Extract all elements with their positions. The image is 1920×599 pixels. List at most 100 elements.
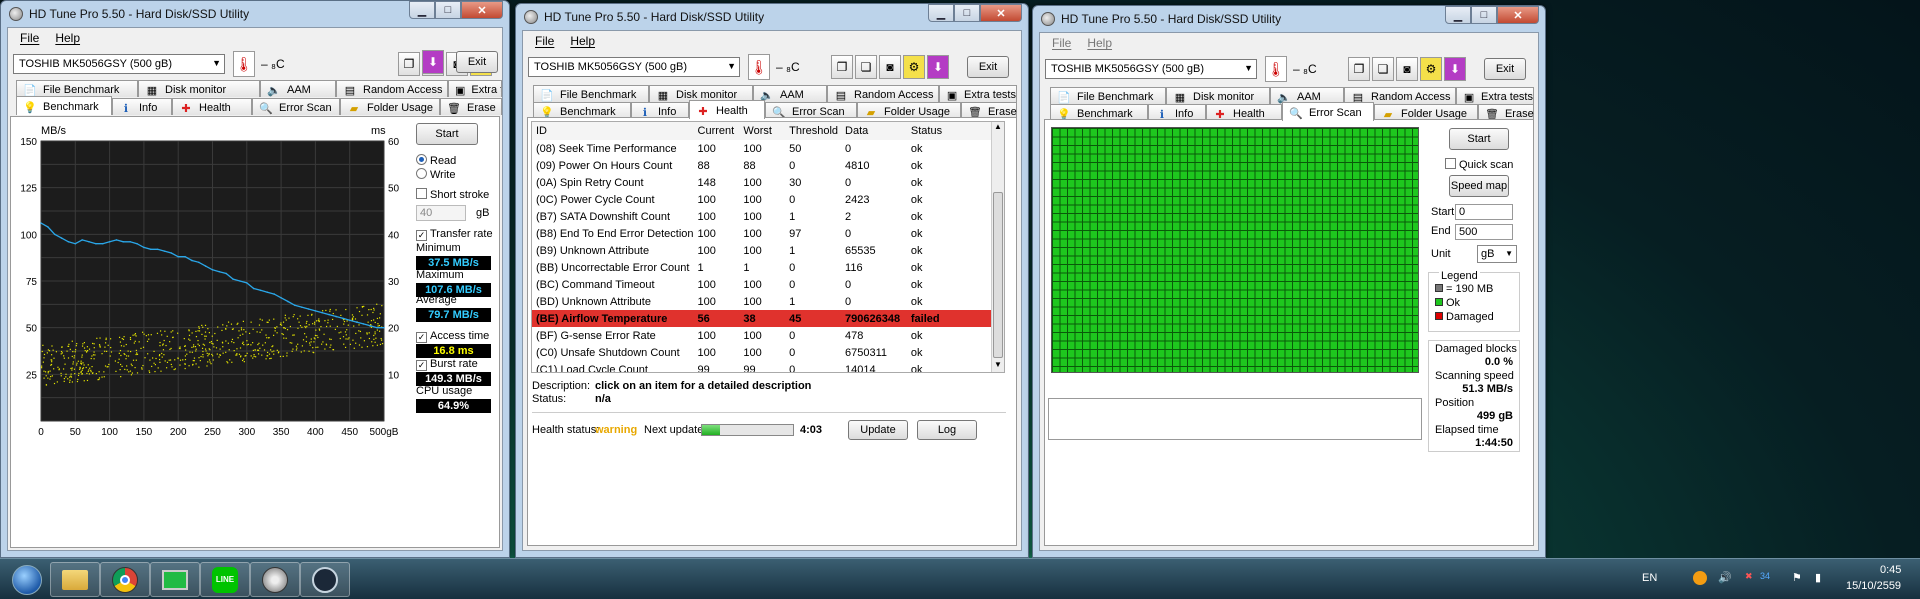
table-row[interactable]: (B9) Unknown Attribute 100 100 1 65535 ok <box>532 242 992 259</box>
camera-icon[interactable]: ◙ <box>1396 57 1418 81</box>
col-header-id[interactable]: ID <box>532 122 694 140</box>
taskbar-line[interactable]: LINE <box>200 562 250 597</box>
tray-app-icon[interactable] <box>1693 571 1707 585</box>
tab-info[interactable]: ℹ Info <box>112 98 172 115</box>
taskbar-chrome[interactable] <box>100 562 150 597</box>
unit-select[interactable]: gB ▼ <box>1477 245 1517 263</box>
tab-disk-monitor[interactable]: ▦ Disk monitor <box>1166 87 1270 104</box>
taskbar-task-manager[interactable] <box>150 562 200 597</box>
copy-all-icon[interactable]: ❏ <box>855 55 877 79</box>
tab-file-benchmark[interactable]: 📄 File Benchmark <box>16 80 138 97</box>
tab-file-benchmark[interactable]: 📄 File Benchmark <box>1050 87 1166 104</box>
table-row[interactable]: (BF) G-sense Error Rate 100 100 0 478 ok <box>532 327 992 344</box>
save-icon[interactable]: ⬇ <box>927 55 949 79</box>
title-bar[interactable]: HD Tune Pro 5.50 - Hard Disk/SSD Utility… <box>516 4 1028 30</box>
start-input[interactable]: 0 <box>1455 204 1513 220</box>
tab-random-access[interactable]: ▤ Random Access <box>336 80 448 97</box>
maximize-button[interactable]: □ <box>1471 6 1497 24</box>
burst-rate-checkbox[interactable]: ✓ Burst rate <box>416 358 478 371</box>
copy-icon[interactable]: ❐ <box>831 55 853 79</box>
minimize-button[interactable]: ▁ <box>1445 6 1471 24</box>
quick-scan-checkbox[interactable]: Quick scan <box>1445 158 1513 171</box>
close-button[interactable]: ✕ <box>1497 6 1539 24</box>
exit-button[interactable]: Exit <box>456 51 498 73</box>
options-icon[interactable]: ⚙ <box>1420 57 1442 81</box>
taskbar-explorer[interactable] <box>50 562 100 597</box>
copy-all-icon[interactable]: ❏ <box>1372 57 1394 81</box>
table-row[interactable]: (B8) End To End Error Detection 100 100 97 0… <box>532 225 992 242</box>
scroll-thumb[interactable] <box>993 192 1003 358</box>
scroll-up-icon[interactable]: ▲ <box>992 122 1004 134</box>
exit-button[interactable]: Exit <box>967 56 1009 78</box>
table-row[interactable]: (0C) Power Cycle Count 100 100 0 2423 ok <box>532 191 992 208</box>
menu-help[interactable]: Help <box>564 34 601 48</box>
tab-health[interactable]: ✚ Health <box>689 100 765 119</box>
end-input[interactable]: 500 <box>1455 224 1513 240</box>
taskbar-hdtune[interactable] <box>250 562 300 597</box>
stroke-input[interactable]: 40 <box>416 205 466 221</box>
tab-file-benchmark[interactable]: 📄 File Benchmark <box>533 85 649 102</box>
read-radio[interactable]: Read <box>416 154 456 167</box>
table-row[interactable]: (BE) Airflow Temperature 56 38 45 790626348 f… <box>532 310 992 327</box>
tab-health[interactable]: ✚ Health <box>172 98 252 115</box>
tab-aam[interactable]: 🔈 AAM <box>260 80 336 97</box>
table-row[interactable]: (BD) Unknown Attribute 100 100 1 0 ok <box>532 293 992 310</box>
menu-file[interactable]: File <box>1046 36 1077 50</box>
table-row[interactable]: (C0) Unsafe Shutdown Count 100 100 0 6750311… <box>532 344 992 361</box>
camera-icon[interactable]: ◙ <box>879 55 901 79</box>
tab-error-scan[interactable]: 🔍 Error Scan <box>1282 102 1374 121</box>
table-row[interactable]: (C1) Load Cycle Count 99 99 0 14014 ok <box>532 361 992 373</box>
update-button[interactable]: Update <box>848 420 908 440</box>
start-button[interactable] <box>2 562 52 597</box>
table-row[interactable]: (BB) Uncorrectable Error Count 1 1 0 116 ok <box>532 259 992 276</box>
scroll-down-icon[interactable]: ▼ <box>992 360 1004 372</box>
table-row[interactable]: (0A) Spin Retry Count 148 100 30 0 ok <box>532 174 992 191</box>
maximize-button[interactable]: □ <box>435 1 461 19</box>
smart-table-container[interactable]: ID Current Worst Threshold Data Status (… <box>531 121 1005 373</box>
col-header-worst[interactable]: Worst <box>739 122 785 140</box>
table-row[interactable]: (BC) Command Timeout 100 100 0 0 ok <box>532 276 992 293</box>
col-header-data[interactable]: Data <box>841 122 907 140</box>
maximize-button[interactable]: □ <box>954 4 980 22</box>
table-row[interactable]: (09) Power On Hours Count 88 88 0 4810 ok <box>532 157 992 174</box>
col-header-threshold[interactable]: Threshold <box>785 122 841 140</box>
menu-help[interactable]: Help <box>1081 36 1118 50</box>
tab-disk-monitor[interactable]: ▦ Disk monitor <box>138 80 260 97</box>
copy-icon[interactable]: ❐ <box>1348 57 1370 81</box>
tray-alert-icon[interactable]: ✖ <box>1745 571 1753 582</box>
tab-extra-tests[interactable]: ▣ Extra tests <box>1456 87 1534 104</box>
title-bar[interactable]: HD Tune Pro 5.50 - Hard Disk/SSD Utility… <box>1033 6 1545 32</box>
save-icon[interactable]: ⬇ <box>422 50 444 74</box>
minimize-button[interactable]: ▁ <box>928 4 954 22</box>
menu-file[interactable]: File <box>529 34 560 48</box>
write-radio[interactable]: Write <box>416 168 455 181</box>
tab-error-scan[interactable]: 🔍 Error Scan <box>252 98 340 115</box>
tab-random-access[interactable]: ▤ Random Access <box>827 85 939 102</box>
network-icon[interactable]: ▮ <box>1815 571 1821 584</box>
tab-erase[interactable]: 🗑 Erase <box>440 98 502 115</box>
exit-button[interactable]: Exit <box>1484 58 1526 80</box>
start-button[interactable]: Start <box>1449 128 1509 150</box>
flag-icon[interactable]: ⚑ <box>1792 571 1802 584</box>
short-stroke-checkbox[interactable]: Short stroke <box>416 188 489 201</box>
scrollbar[interactable]: ▲ ▼ <box>991 122 1004 372</box>
minimize-button[interactable]: ▁ <box>409 1 435 19</box>
col-header-current[interactable]: Current <box>694 122 740 140</box>
tab-extra-tests[interactable]: ▣ Extra tests <box>448 80 502 97</box>
tab-folder-usage[interactable]: ▰ Folder Usage <box>340 98 440 115</box>
table-row[interactable]: (B7) SATA Downshift Count 100 100 1 2 ok <box>532 208 992 225</box>
close-button[interactable]: ✕ <box>461 1 503 19</box>
start-button[interactable]: Start <box>416 123 478 145</box>
tab-benchmark[interactable]: 💡 Benchmark <box>16 96 112 115</box>
drive-select[interactable]: TOSHIB MK5056GSY (500 gB) ▼ <box>528 57 740 77</box>
close-button[interactable]: ✕ <box>980 4 1022 22</box>
title-bar[interactable]: HD Tune Pro 5.50 - Hard Disk/SSD Utility… <box>1 1 509 27</box>
clock-time[interactable]: 0:45 <box>1880 564 1901 576</box>
transfer-rate-checkbox[interactable]: ✓ Transfer rate <box>416 228 493 241</box>
sound-icon[interactable]: 🔊 <box>1718 571 1732 584</box>
tray-badge[interactable]: 34 <box>1760 571 1770 581</box>
save-icon[interactable]: ⬇ <box>1444 57 1466 81</box>
log-button[interactable]: Log <box>917 420 977 440</box>
options-icon[interactable]: ⚙ <box>903 55 925 79</box>
clock-date[interactable]: 15/10/2559 <box>1846 580 1901 592</box>
